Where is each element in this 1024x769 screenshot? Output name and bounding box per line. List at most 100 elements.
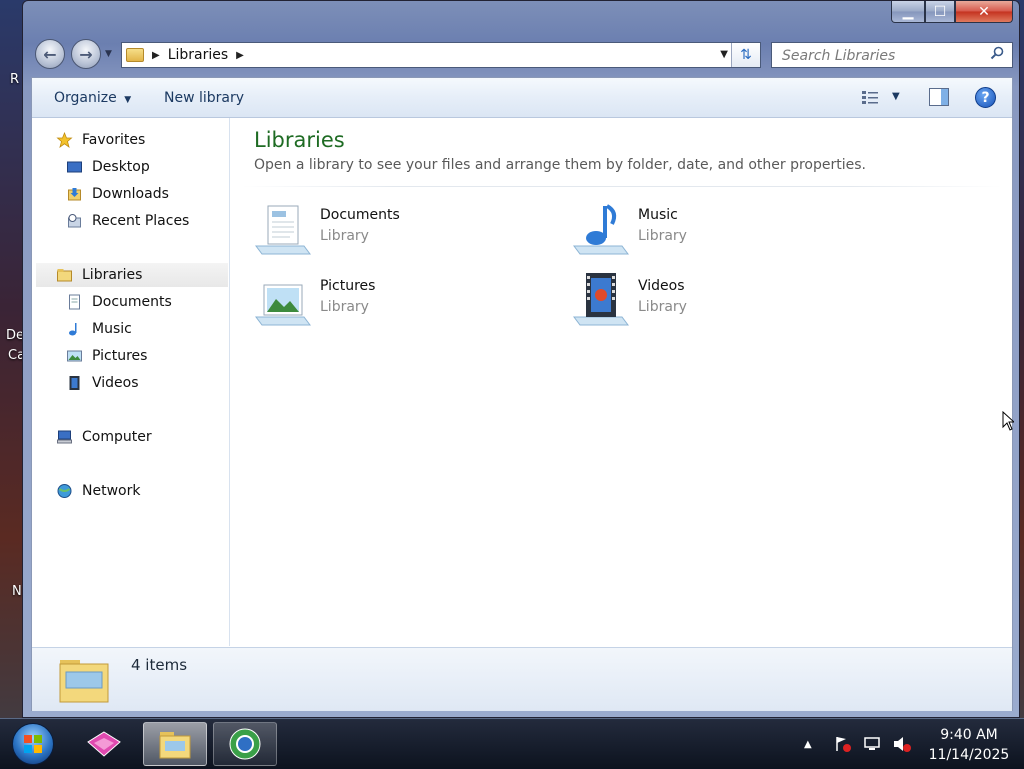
nav-network[interactable]: Network — [56, 479, 140, 503]
pictures-library-icon — [255, 284, 311, 326]
address-bar[interactable]: ▶ Libraries ▶ ▼ ⇅ — [121, 42, 761, 68]
search-input[interactable] — [780, 44, 984, 68]
clock-date: 11/14/2025 — [928, 747, 1010, 763]
music-library-icon — [573, 204, 629, 255]
documents-library-icon — [255, 205, 311, 255]
nav-favorites[interactable]: Favorites — [56, 128, 145, 152]
nav-label: Music — [92, 321, 132, 337]
desktop-label: R — [10, 72, 20, 87]
nav-label: Favorites — [82, 132, 146, 148]
breadcrumb-arrow-icon[interactable]: ▶ — [152, 50, 160, 61]
back-button[interactable]: ← — [35, 39, 65, 69]
address-history-dropdown[interactable]: ▼ — [720, 49, 728, 60]
library-type: Library — [320, 228, 369, 244]
library-name: Documents — [320, 207, 400, 223]
volume-muted-icon[interactable] — [892, 719, 912, 769]
mouse-cursor-icon — [1002, 411, 1014, 431]
nav-desktop[interactable]: Desktop — [66, 155, 150, 179]
nav-label: Libraries — [82, 267, 143, 283]
organize-label: Organize — [54, 90, 117, 106]
command-bar: Organize ▼ New library ▼ ? — [32, 78, 1012, 118]
organize-menu[interactable]: Organize ▼ — [54, 90, 131, 106]
change-view-icon[interactable] — [861, 89, 881, 105]
star-icon — [56, 132, 73, 148]
explorer-window: ▁ ☐ ✕ ← → ▼ ▶ Libraries ▶ ▼ ⇅ Organize — [22, 0, 1020, 718]
explorer-frame: Organize ▼ New library ▼ ? Favorites Des… — [31, 77, 1013, 711]
minimize-button[interactable]: ▁ — [891, 1, 925, 23]
page-title: Libraries — [254, 128, 345, 152]
nav-music[interactable]: Music — [66, 317, 132, 341]
nav-label: Pictures — [92, 348, 148, 364]
nav-libraries[interactable]: Libraries — [36, 263, 228, 287]
item-count: 4 items — [131, 656, 188, 674]
libraries-icon — [57, 269, 72, 282]
network-icon — [57, 484, 72, 498]
preview-pane-icon[interactable] — [929, 88, 949, 106]
nav-videos[interactable]: Videos — [66, 371, 139, 395]
app-cube-icon — [87, 731, 121, 757]
header-divider — [242, 186, 1002, 187]
nav-label: Videos — [92, 375, 139, 391]
content-pane: Libraries Open a library to see your fil… — [230, 118, 1012, 646]
videos-icon — [69, 376, 80, 390]
taskbar-browser[interactable] — [213, 722, 277, 766]
details-pane: 4 items — [32, 647, 1012, 711]
taskbar-app-pink[interactable] — [72, 722, 136, 766]
search-icon[interactable] — [990, 46, 1004, 60]
system-clock[interactable]: 9:40 AM 11/14/2025 — [924, 725, 1014, 765]
action-center-icon[interactable] — [834, 719, 852, 769]
documents-icon — [69, 294, 80, 310]
nav-label: Recent Places — [92, 213, 190, 229]
chevron-up-icon: ▲ — [804, 738, 812, 750]
maximize-button[interactable]: ☐ — [925, 1, 955, 23]
network-status-icon[interactable] — [863, 719, 883, 769]
help-icon[interactable]: ? — [975, 87, 996, 108]
navigation-pane: Favorites Desktop Downloads Recent Place… — [32, 118, 230, 646]
library-item-music[interactable]: Music Library — [572, 202, 852, 262]
nav-recent-places[interactable]: Recent Places — [66, 209, 189, 233]
nav-label: Documents — [92, 294, 172, 310]
libraries-folder-icon — [59, 660, 109, 703]
new-library-button[interactable]: New library — [164, 90, 244, 106]
nav-label: Downloads — [92, 186, 169, 202]
breadcrumb-arrow-icon[interactable]: ▶ — [236, 50, 244, 61]
computer-icon — [57, 430, 72, 444]
clock-time: 9:40 AM — [940, 727, 998, 743]
show-hidden-icons-button[interactable]: ▲ — [804, 719, 812, 769]
chevron-down-icon: ▼ — [124, 95, 132, 105]
windows-logo-icon — [24, 735, 42, 753]
videos-library-icon — [573, 273, 629, 326]
recent-places-icon — [68, 214, 81, 228]
close-button[interactable]: ✕ — [955, 1, 1013, 23]
caption-buttons: ▁ ☐ ✕ — [891, 1, 1013, 23]
close-icon: ✕ — [978, 3, 990, 20]
library-item-documents[interactable]: Documents Library — [254, 202, 534, 262]
refresh-icon: ⇅ — [740, 47, 752, 63]
nav-label: Network — [82, 483, 141, 499]
nav-downloads[interactable]: Downloads — [66, 182, 169, 206]
music-icon — [69, 323, 77, 336]
breadcrumb-libraries[interactable]: Libraries — [168, 47, 228, 63]
navigation-bar: ← → ▼ ▶ Libraries ▶ ▼ ⇅ — [31, 35, 1013, 75]
taskbar-explorer[interactable] — [143, 722, 207, 766]
library-item-pictures[interactable]: Pictures Library — [254, 273, 534, 333]
library-name: Pictures — [320, 278, 376, 294]
nav-label: Desktop — [92, 159, 150, 175]
view-options-dropdown[interactable]: ▼ — [892, 91, 900, 102]
explorer-folder-icon — [159, 732, 191, 759]
library-name: Music — [638, 207, 678, 223]
nav-pictures[interactable]: Pictures — [66, 344, 147, 368]
library-item-videos[interactable]: Videos Library — [572, 273, 852, 333]
search-box — [771, 42, 1013, 68]
library-name: Videos — [638, 278, 685, 294]
forward-button[interactable]: → — [71, 39, 101, 69]
start-button[interactable] — [12, 723, 54, 765]
recent-pages-dropdown[interactable]: ▼ — [105, 49, 112, 59]
nav-documents[interactable]: Documents — [66, 290, 172, 314]
nav-computer[interactable]: Computer — [56, 425, 152, 449]
browser-icon — [229, 728, 261, 760]
minimize-icon: ▁ — [902, 3, 914, 20]
taskbar: ▲ 9:40 AM 11/14/2025 — [0, 718, 1024, 769]
refresh-button[interactable]: ⇅ — [731, 43, 760, 67]
library-type: Library — [320, 299, 369, 315]
